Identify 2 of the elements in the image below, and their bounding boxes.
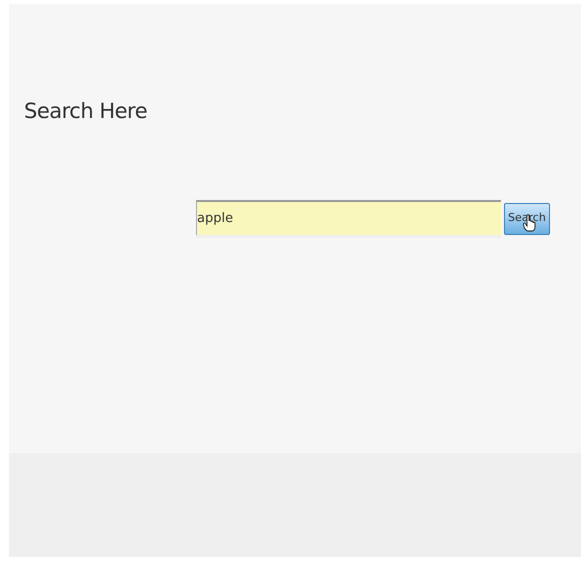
search-field[interactable]: apple — [196, 200, 501, 234]
page-heading: Search Here — [24, 98, 148, 125]
